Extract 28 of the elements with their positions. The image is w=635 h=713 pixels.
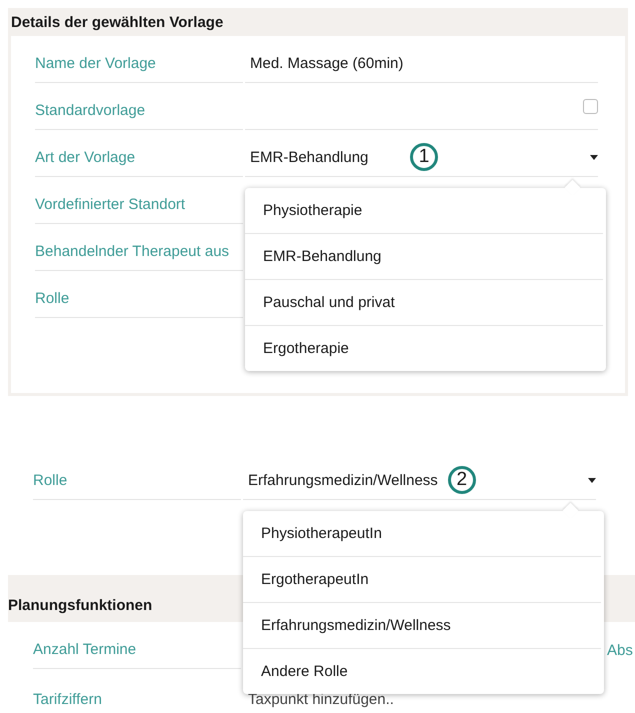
caret-icon[interactable] xyxy=(588,478,596,483)
callout-number: 1 xyxy=(410,143,438,171)
dropdown-option[interactable]: PhysiotherapeutIn xyxy=(243,511,601,557)
dropdown-option[interactable]: Erfahrungsmedizin/Wellness xyxy=(243,603,601,649)
field-label: Rolle xyxy=(35,290,243,318)
dropdown-option[interactable]: ErgotherapeutIn xyxy=(243,557,601,603)
field-label: Abs xyxy=(607,642,633,659)
select-value[interactable]: EMR-Behandlung xyxy=(250,149,400,166)
dropdown-option[interactable]: Andere Rolle xyxy=(243,649,601,694)
callout-number: 2 xyxy=(448,466,476,494)
field-label: Name der Vorlage xyxy=(35,55,243,83)
field-label: Rolle xyxy=(33,472,241,500)
field-label: Tarifziffern xyxy=(33,691,241,713)
caret-icon[interactable] xyxy=(590,155,598,160)
dropdown-option[interactable]: Pauschal und privat xyxy=(245,280,603,326)
checkbox[interactable] xyxy=(583,99,598,114)
section-title: Planungsfunktionen xyxy=(8,597,152,616)
dropdown-option[interactable]: Physiotherapie xyxy=(245,188,603,234)
field-label: Vordefinierter Standort xyxy=(35,196,243,224)
field-label: Behandelnder Therapeut aus xyxy=(35,243,243,271)
field-value[interactable]: Med. Massage (60min) xyxy=(250,55,404,72)
dropdown-option[interactable]: Ergotherapie xyxy=(245,326,603,371)
section-title: Details der gewählten Vorlage xyxy=(11,12,224,32)
field-label: Anzahl Termine xyxy=(33,641,241,669)
field-label: Art der Vorlage xyxy=(35,149,243,177)
dropdown-option[interactable]: EMR-Behandlung xyxy=(245,234,603,280)
field-label: Standardvorlage xyxy=(35,102,243,130)
select-value[interactable]: Erfahrungsmedizin/Wellness xyxy=(248,472,438,489)
